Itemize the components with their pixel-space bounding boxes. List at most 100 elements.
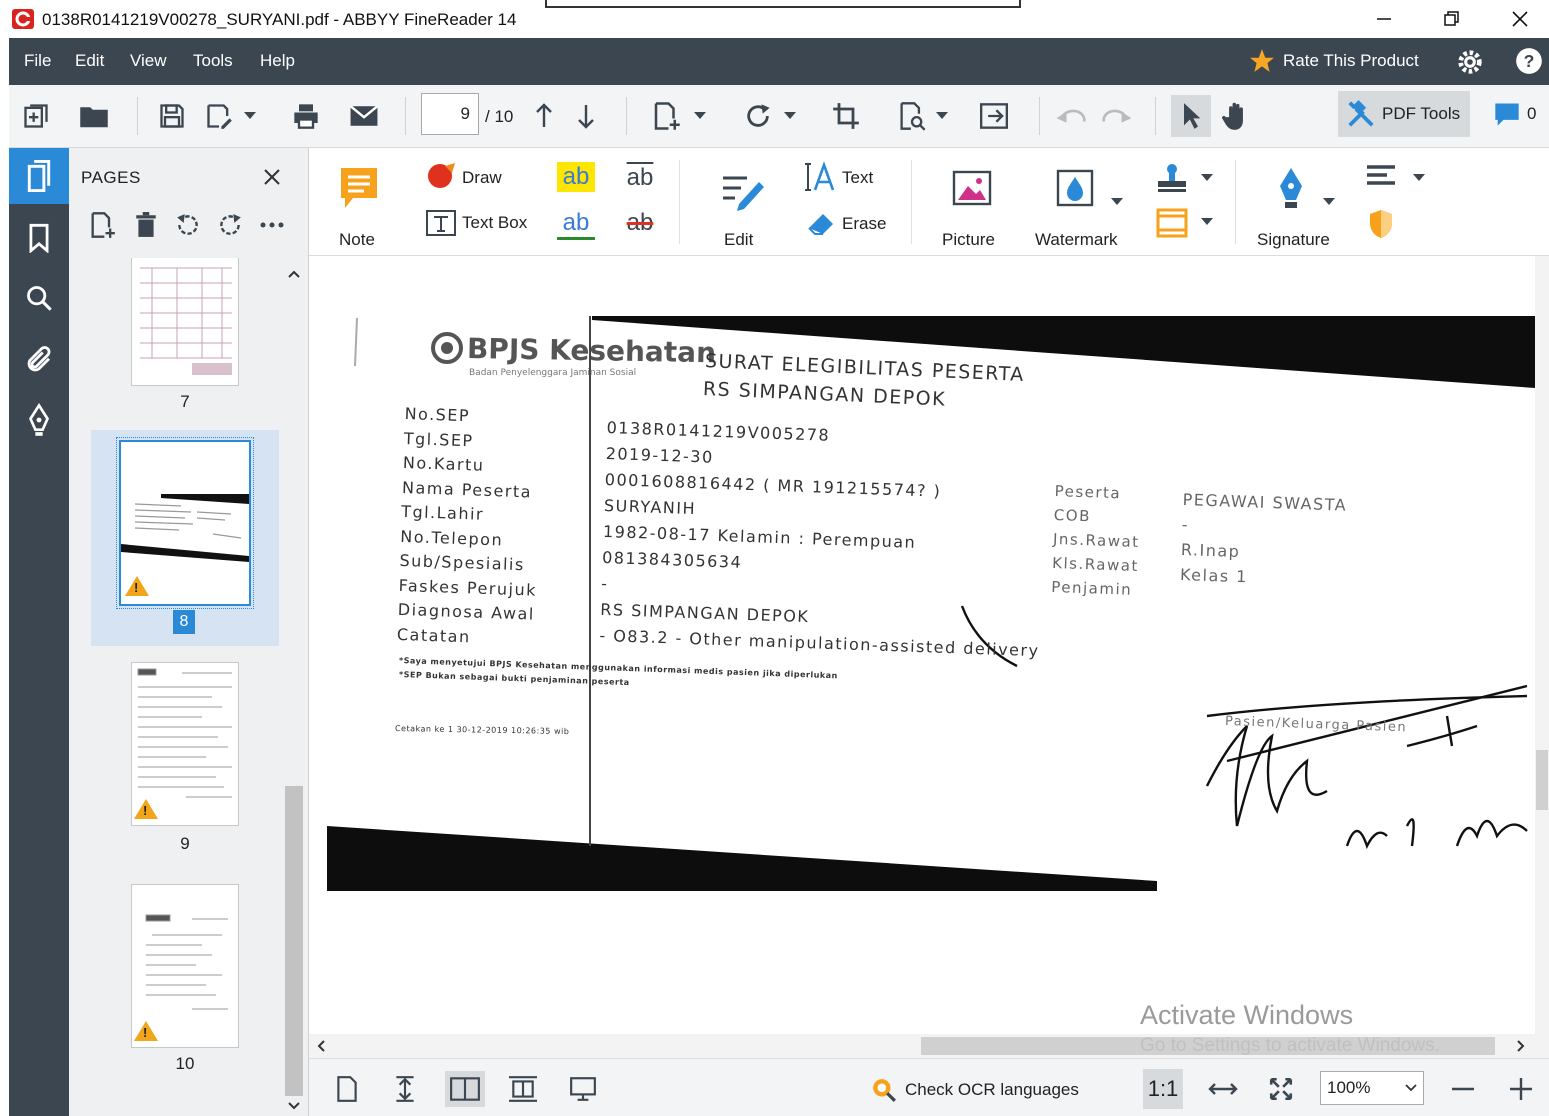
document-scroll-thumb[interactable] — [1536, 750, 1548, 810]
full-screen-button[interactable] — [563, 1071, 603, 1107]
edit-text-tool[interactable]: Edit — [709, 162, 771, 252]
page-thumbnail-9[interactable]: ! — [131, 662, 239, 826]
protect-tool[interactable] — [1365, 208, 1399, 242]
menu-file[interactable]: File — [24, 51, 51, 71]
caret-down-icon[interactable] — [1201, 218, 1213, 226]
menu-view[interactable]: View — [130, 51, 167, 71]
highlight-tool[interactable]: ab — [557, 162, 595, 192]
chevron-left-icon[interactable] — [317, 1040, 325, 1052]
strikethrough-tool[interactable]: ab — [621, 208, 659, 240]
add-page-button[interactable] — [649, 99, 683, 133]
rotate-right-button[interactable] — [215, 210, 245, 240]
actual-size-button[interactable]: 1:1 — [1143, 1069, 1183, 1109]
add-page-panel-button[interactable] — [87, 210, 117, 240]
zoom-out-button[interactable] — [1443, 1071, 1483, 1107]
gear-icon[interactable] — [1456, 48, 1484, 76]
erase-tool[interactable]: Erase — [805, 208, 895, 240]
help-icon[interactable]: ? — [1515, 47, 1543, 75]
rotate-dropdown[interactable] — [781, 99, 799, 133]
chevron-right-icon[interactable] — [1517, 1040, 1525, 1052]
pages-panel-title: PAGES — [81, 168, 141, 187]
title-search-box[interactable] — [545, 0, 1021, 8]
zoom-in-button[interactable] — [1501, 1071, 1541, 1107]
text-tool[interactable]: Text — [805, 162, 895, 194]
caret-down-icon[interactable] — [1111, 198, 1123, 206]
pages-scroll-thumb[interactable] — [285, 786, 303, 1096]
caret-down-icon[interactable] — [1413, 174, 1425, 182]
save-button[interactable] — [155, 99, 189, 133]
page-view-dropdown[interactable] — [933, 99, 951, 133]
check-ocr-languages-button[interactable]: Check OCR languages — [871, 1077, 1079, 1103]
next-page-button[interactable] — [569, 99, 603, 133]
continuous-scroll-button[interactable] — [503, 1071, 543, 1107]
picture-tool[interactable]: Picture — [937, 162, 1007, 252]
page-thumbnail-8[interactable]: ! — [116, 437, 254, 609]
undo-button[interactable] — [1055, 99, 1089, 133]
fit-width-button[interactable] — [1203, 1071, 1243, 1107]
caret-down-icon[interactable] — [1201, 174, 1213, 182]
crop-button[interactable] — [829, 99, 863, 133]
rotate-left-button[interactable] — [173, 210, 203, 240]
page-thumbnail-10[interactable]: ! — [131, 884, 239, 1048]
menu-tools[interactable]: Tools — [193, 51, 233, 71]
previous-page-button[interactable] — [527, 99, 561, 133]
pages-scrollbar[interactable] — [283, 258, 305, 1116]
draw-tool[interactable]: Draw — [425, 162, 525, 192]
more-options-button[interactable] — [257, 210, 287, 240]
signature-tool[interactable]: Signature — [1253, 162, 1339, 252]
main-toolbar: 9 / 10 PDF Tools 0 — [9, 85, 1549, 148]
select-tool-button[interactable] — [1171, 95, 1211, 137]
caret-down-icon[interactable] — [1323, 198, 1335, 206]
document-viewer[interactable]: BPJS Kesehatan Badan Penyelenggara Jamin… — [309, 256, 1549, 1034]
nav-attachments[interactable] — [9, 332, 69, 388]
comments-button[interactable]: 0 — [1493, 101, 1536, 127]
note-tool[interactable]: Note — [329, 162, 389, 252]
underline-tool[interactable]: ab — [557, 208, 595, 240]
rotate-page-button[interactable] — [741, 99, 775, 133]
right-values: PEGAWAI SWASTA - R.Inap Kelas 1 — [1179, 490, 1348, 621]
nav-pages[interactable] — [9, 148, 69, 204]
delete-page-button[interactable] — [131, 210, 161, 240]
restore-button[interactable] — [1432, 4, 1472, 34]
menu-edit[interactable]: Edit — [75, 51, 104, 71]
open-button[interactable] — [77, 99, 111, 133]
label-jns-rawat: Jns.Rawat — [1052, 529, 1140, 551]
minimize-button[interactable] — [1364, 4, 1404, 34]
nav-search[interactable] — [9, 270, 69, 326]
save-as-dropdown[interactable] — [241, 99, 259, 133]
menu-help[interactable]: Help — [260, 51, 295, 71]
fit-page-height-button[interactable] — [385, 1071, 425, 1107]
fit-height-icon — [396, 1076, 414, 1102]
nav-signatures[interactable] — [9, 392, 69, 448]
insert-text-tool[interactable]: ab — [621, 160, 659, 192]
rate-product-button[interactable]: Rate This Product — [1249, 48, 1419, 74]
single-page-view-button[interactable] — [327, 1071, 367, 1107]
redo-button[interactable] — [1099, 99, 1133, 133]
fit-page-button[interactable] — [1261, 1071, 1301, 1107]
page-thumbnail-7[interactable] — [131, 258, 239, 386]
chevron-up-icon[interactable] — [288, 270, 300, 278]
text-box-tool[interactable]: Text Box — [425, 208, 535, 238]
chevron-down-icon[interactable] — [288, 1102, 300, 1110]
export-button[interactable] — [977, 99, 1011, 133]
document-vertical-scrollbar[interactable] — [1535, 256, 1549, 1034]
add-page-dropdown[interactable] — [691, 99, 709, 133]
watermark-tool[interactable]: Watermark — [1033, 162, 1129, 252]
current-page-input[interactable]: 9 — [421, 93, 479, 135]
close-icon[interactable] — [263, 168, 281, 186]
header-footer-tool[interactable] — [1153, 206, 1213, 240]
two-page-view-button[interactable] — [445, 1071, 485, 1107]
hand-tool-button[interactable] — [1219, 99, 1253, 133]
fit-page-icon — [1269, 1077, 1293, 1101]
zoom-select[interactable]: 100% — [1320, 1071, 1424, 1105]
stamp-tool[interactable] — [1153, 162, 1213, 196]
page-view-button[interactable] — [895, 99, 929, 133]
nav-bookmarks[interactable] — [9, 210, 69, 266]
save-as-button[interactable] — [202, 99, 236, 133]
print-button[interactable] — [289, 99, 323, 133]
email-button[interactable] — [347, 99, 381, 133]
pdf-tools-button[interactable]: PDF Tools — [1338, 91, 1470, 137]
new-task-button[interactable] — [19, 99, 53, 133]
close-window-button[interactable] — [1500, 4, 1540, 34]
redact-tool[interactable] — [1365, 162, 1427, 196]
